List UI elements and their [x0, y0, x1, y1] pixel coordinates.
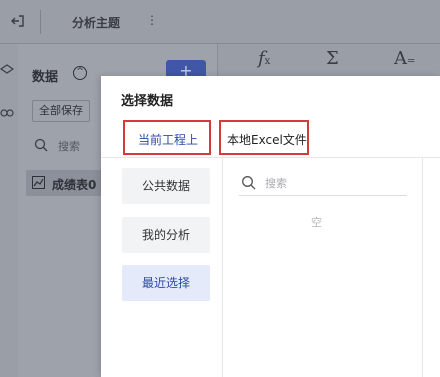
- page-title: 分析主题: [72, 16, 121, 30]
- search-placeholder: 搜索: [265, 177, 287, 190]
- search-icon: [242, 176, 256, 190]
- divider: [40, 10, 41, 34]
- tab-current-project[interactable]: 当前工程上: [123, 120, 211, 155]
- divider: [101, 157, 440, 158]
- left-rail: [0, 44, 18, 377]
- exit-icon[interactable]: [10, 13, 26, 29]
- divider: [222, 158, 223, 377]
- formula-toolbar: fx Σ A=: [218, 44, 440, 76]
- tab-local-excel[interactable]: 本地Excel文件: [219, 120, 309, 155]
- format-icon[interactable]: A=: [394, 48, 415, 69]
- option-my-analysis[interactable]: 我的分析: [122, 217, 210, 253]
- collapse-icon[interactable]: ^: [73, 66, 87, 80]
- select-data-dialog: 选择数据 当前工程上 本地Excel文件 公共数据 我的分析 最近选择 搜索 空: [101, 76, 440, 377]
- more-menu-icon[interactable]: ⋮: [146, 13, 158, 27]
- divider: [422, 158, 423, 377]
- table-name: 成绩表0: [52, 178, 97, 192]
- dialog-search-input[interactable]: 搜索: [239, 172, 407, 196]
- dialog-title: 选择数据: [121, 94, 174, 109]
- empty-state-text: 空: [311, 216, 322, 229]
- function-icon[interactable]: fx: [258, 48, 270, 69]
- option-recent[interactable]: 最近选择: [122, 265, 210, 301]
- link-icon[interactable]: [0, 106, 14, 120]
- chart-icon: [32, 176, 45, 189]
- search-placeholder: 搜索: [58, 140, 80, 153]
- option-public-data[interactable]: 公共数据: [122, 168, 210, 204]
- search-icon: [34, 138, 48, 152]
- tab-label: 当前工程上: [138, 133, 199, 147]
- panel-title: 数据: [32, 70, 59, 85]
- sum-icon[interactable]: Σ: [326, 48, 339, 69]
- data-tag-icon[interactable]: [0, 64, 14, 78]
- tab-label: 本地Excel文件: [227, 133, 307, 147]
- save-all-button[interactable]: 全部保存: [32, 100, 90, 122]
- top-bar: 分析主题 ⋮: [0, 0, 440, 44]
